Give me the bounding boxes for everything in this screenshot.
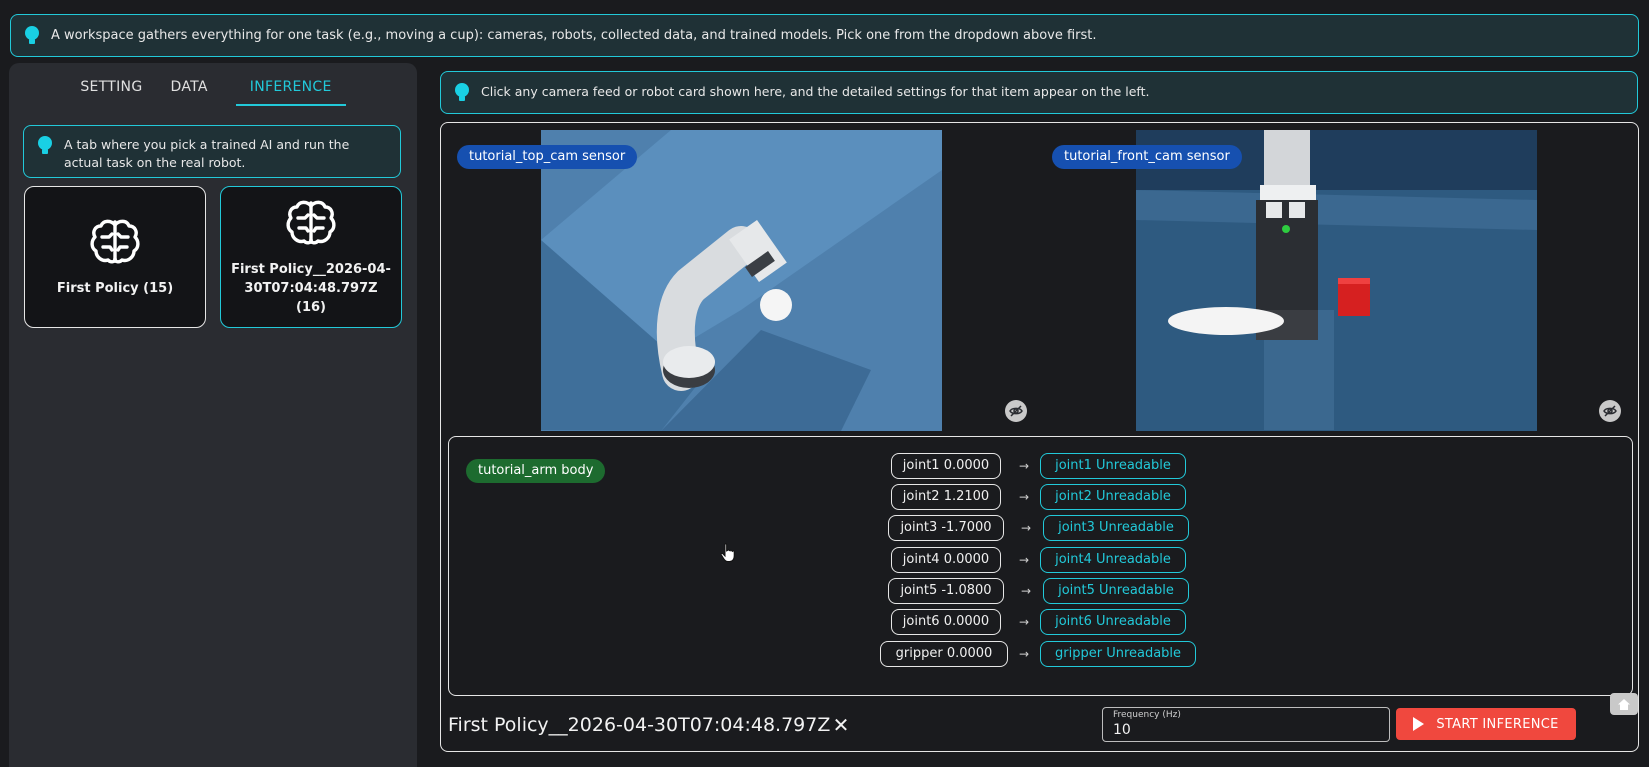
start-inference-button[interactable]: START INFERENCE (1396, 708, 1576, 740)
camera-robot-tip-banner: Click any camera feed or robot card show… (440, 71, 1638, 114)
arrow-right-icon: → (1021, 521, 1032, 535)
tab-inference[interactable]: INFERENCE (235, 63, 346, 106)
front-camera-feed[interactable] (1136, 130, 1537, 431)
policy-card-first-policy[interactable]: First Policy (15) (24, 186, 206, 328)
arrow-right-icon: → (1021, 584, 1032, 598)
robot-arm-card[interactable]: tutorial_arm body joint1 0.0000 → joint1… (448, 436, 1633, 696)
joint-output: joint1 Unreadable (1040, 453, 1186, 479)
home-button[interactable] (1610, 693, 1638, 715)
joint-output: joint5 Unreadable (1043, 578, 1189, 604)
brain-icon (286, 200, 336, 244)
joint-output: joint3 Unreadable (1043, 515, 1189, 541)
policy-card-first-policy-2026[interactable]: First Policy__2026-04-30T07:04:48.797Z (… (220, 186, 402, 328)
play-icon (1413, 717, 1425, 731)
joint-value: gripper 0.0000 (880, 641, 1008, 667)
joint-value: joint5 -1.0800 (888, 578, 1004, 604)
lightbulb-icon (455, 83, 469, 103)
top-camera-label[interactable]: tutorial_top_cam sensor (457, 145, 638, 169)
camera-robot-tip-text: Click any camera feed or robot card show… (481, 84, 1150, 99)
hide-front-camera-button[interactable] (1599, 400, 1621, 422)
joint-output: joint2 Unreadable (1040, 484, 1186, 510)
hand-cursor-icon (720, 543, 735, 562)
joint-output: joint4 Unreadable (1040, 547, 1186, 573)
frequency-field[interactable]: Frequency (Hz) (1102, 707, 1390, 742)
joint-row: gripper 0.0000 → gripper Unreadable (449, 641, 1634, 667)
top-camera-feed[interactable] (541, 130, 942, 431)
joint-row: joint3 -1.7000 → joint3 Unreadable (449, 515, 1634, 541)
joint-output: gripper Unreadable (1040, 641, 1196, 667)
joint-output: joint6 Unreadable (1040, 609, 1186, 635)
joint-row: joint2 1.2100 → joint2 Unreadable (449, 484, 1634, 510)
joint-row: joint1 0.0000 → joint1 Unreadable (449, 453, 1634, 479)
tab-setting[interactable]: SETTING (80, 63, 142, 103)
eye-off-icon (1603, 405, 1617, 417)
brain-icon (90, 219, 140, 263)
tab-data[interactable]: DATA (170, 63, 207, 103)
inference-control-bar: First Policy__2026-04-30T07:04:48.797Z ✕… (448, 693, 1638, 745)
joint-value: joint1 0.0000 (891, 453, 1001, 479)
arrow-right-icon: → (1019, 553, 1030, 567)
arrow-right-icon: → (1019, 490, 1030, 504)
joint-row: joint4 0.0000 → joint4 Unreadable (449, 547, 1634, 573)
inference-main-panel: tutorial_top_cam sensor tutorial_front_c… (440, 122, 1639, 752)
joint-value: joint4 0.0000 (891, 547, 1001, 573)
sidebar-tabs: SETTING DATA INFERENCE (9, 63, 417, 106)
arrow-right-icon: → (1019, 615, 1030, 629)
workspace-tip-banner: A workspace gathers everything for one t… (10, 14, 1639, 57)
policy-name: First Policy__2026-04-30T07:04:48.797Z (… (231, 261, 391, 315)
frequency-input[interactable] (1113, 722, 1373, 738)
arrow-right-icon: → (1019, 459, 1030, 473)
joint-row: joint5 -1.0800 → joint5 Unreadable (449, 578, 1634, 604)
lightbulb-icon (38, 136, 52, 156)
start-inference-label: START INFERENCE (1436, 716, 1559, 732)
front-camera-image (1136, 130, 1537, 431)
joint-row: joint6 0.0000 → joint6 Unreadable (449, 609, 1634, 635)
arrow-right-icon: → (1019, 647, 1030, 661)
clear-policy-button[interactable]: ✕ (829, 713, 853, 737)
front-camera-label[interactable]: tutorial_front_cam sensor (1052, 145, 1242, 169)
joint-value: joint2 1.2100 (891, 484, 1001, 510)
joint-value: joint6 0.0000 (891, 609, 1001, 635)
home-icon (1618, 698, 1630, 710)
policy-name: First Policy (15) (56, 280, 174, 296)
inference-tip-text: A tab where you pick a trained AI and ru… (64, 137, 350, 170)
hide-top-camera-button[interactable] (1005, 400, 1027, 422)
frequency-label: Frequency (Hz) (1113, 710, 1181, 720)
lightbulb-icon (25, 26, 39, 46)
joint-value: joint3 -1.7000 (888, 515, 1004, 541)
top-camera-image (541, 130, 942, 431)
selected-policy-name: First Policy__2026-04-30T07:04:48.797Z (448, 714, 831, 736)
inference-tip-banner: A tab where you pick a trained AI and ru… (23, 125, 401, 178)
sidebar-panel: SETTING DATA INFERENCE A tab where you p… (9, 63, 417, 767)
workspace-tip-text: A workspace gathers everything for one t… (51, 28, 1097, 43)
eye-off-icon (1009, 405, 1023, 417)
